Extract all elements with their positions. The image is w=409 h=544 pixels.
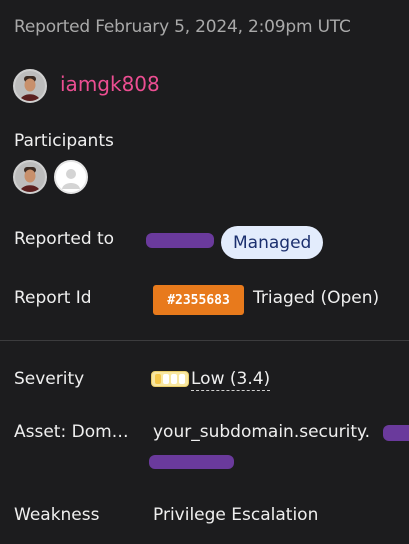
weakness-label: Weakness <box>14 505 100 525</box>
severity-segment <box>163 374 169 384</box>
redacted-asset-domain <box>383 425 409 441</box>
severity-segment <box>179 374 185 384</box>
user-avatar-icon <box>15 71 45 101</box>
report-id-label: Report Id <box>14 288 92 308</box>
managed-badge: Managed <box>221 226 324 259</box>
reported-to-label: Reported to <box>14 229 115 249</box>
user-avatar-icon <box>15 162 45 192</box>
redacted-program-name <box>146 233 214 248</box>
default-user-icon <box>56 162 86 192</box>
severity-segment <box>171 374 177 384</box>
participants-label: Participants <box>14 131 114 151</box>
severity-label: Severity <box>14 369 85 389</box>
reporter-username-link[interactable]: iamgk808 <box>60 72 160 96</box>
participant-avatar[interactable] <box>13 160 47 194</box>
severity-segment <box>155 374 161 384</box>
reported-date: Reported February 5, 2024, 2:09pm UTC <box>14 17 351 37</box>
report-status: Triaged (Open) <box>253 288 380 308</box>
asset-label: Asset: Dom… <box>14 422 129 442</box>
severity-value-link[interactable]: Low (3.4) <box>191 369 271 391</box>
section-divider <box>0 340 409 341</box>
asset-value: your_subdomain.security. <box>153 422 371 442</box>
report-id-badge[interactable]: #2355683 <box>153 285 244 315</box>
participant-avatar-placeholder[interactable] <box>54 160 88 194</box>
reporter-avatar[interactable] <box>13 69 47 103</box>
weakness-value[interactable]: Privilege Escalation <box>153 505 318 525</box>
severity-meter-icon <box>151 371 189 387</box>
redacted-asset-domain-continued <box>149 455 234 469</box>
